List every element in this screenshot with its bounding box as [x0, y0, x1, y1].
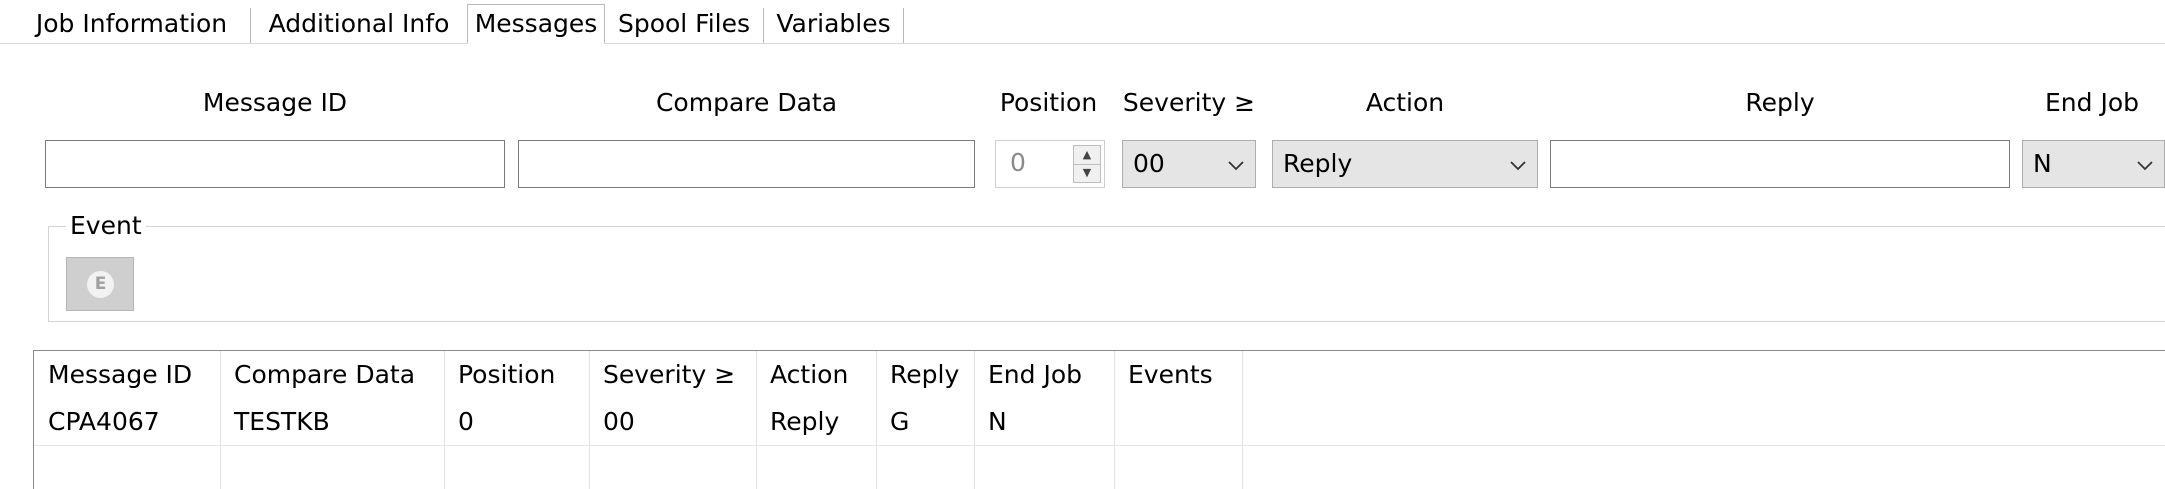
table-cell-message-id[interactable]: CPA4067: [34, 398, 160, 445]
action-label: Action: [1365, 88, 1445, 117]
reply-input[interactable]: [1550, 140, 2010, 188]
message-id-input[interactable]: [45, 140, 505, 188]
column-header-events[interactable]: Events: [1114, 351, 1213, 398]
tab-additional-info[interactable]: Additional Info: [251, 8, 468, 43]
chevron-down-icon: [1510, 161, 1526, 171]
tab-spool-files[interactable]: Spool Files: [605, 8, 764, 43]
column-header-position[interactable]: Position: [444, 351, 555, 398]
end-job-label: End Job: [2045, 88, 2139, 117]
event-group-title: Event: [66, 211, 146, 241]
position-spinner-buttons: ▲ ▼: [1073, 145, 1101, 183]
compare-data-label: Compare Data: [655, 88, 838, 117]
compare-data-input[interactable]: [518, 140, 975, 188]
event-button[interactable]: E: [66, 257, 134, 311]
column-header-compare-data[interactable]: Compare Data: [220, 351, 415, 398]
table-cell-events[interactable]: [1114, 398, 1128, 445]
position-spinner[interactable]: 0 ▲ ▼: [995, 140, 1105, 188]
column-header-message-id[interactable]: Message ID: [34, 351, 192, 398]
position-value: 0: [1010, 148, 1026, 177]
chevron-up-icon[interactable]: ▲: [1074, 146, 1100, 165]
action-value: Reply: [1283, 149, 1353, 178]
column-header-reply[interactable]: Reply: [876, 351, 959, 398]
tab-bar-divider: [0, 43, 2165, 44]
column-header-action[interactable]: Action: [756, 351, 848, 398]
event-e-icon: E: [87, 271, 114, 298]
row-divider: [34, 445, 2165, 446]
end-job-value: N: [2033, 149, 2052, 178]
chevron-down-icon[interactable]: ▼: [1074, 164, 1100, 182]
severity-value: 00: [1133, 149, 1165, 178]
tab-messages[interactable]: Messages: [467, 4, 605, 44]
table-cell-position[interactable]: 0: [444, 398, 474, 445]
table-cell-end-job[interactable]: N: [974, 398, 1007, 445]
column-header-end-job[interactable]: End Job: [974, 351, 1082, 398]
column-divider: [1242, 351, 1243, 489]
severity-label: Severity ≥: [1122, 88, 1256, 117]
chevron-down-icon: [2137, 161, 2153, 171]
chevron-down-icon: [1228, 161, 1244, 171]
position-label: Position: [999, 88, 1098, 117]
event-group: [48, 226, 2165, 322]
table-cell-severity[interactable]: 00: [589, 398, 635, 445]
end-job-select[interactable]: N: [2022, 140, 2165, 188]
message-id-label: Message ID: [202, 88, 348, 117]
table-cell-compare-data[interactable]: TESTKB: [220, 398, 330, 445]
reply-label: Reply: [1745, 88, 1815, 117]
messages-table: Message ID Compare Data Position Severit…: [33, 350, 2165, 489]
tab-job-information[interactable]: Job Information: [13, 8, 251, 43]
action-select[interactable]: Reply: [1272, 140, 1538, 188]
severity-select[interactable]: 00: [1122, 140, 1256, 188]
tab-bar: Job Information Additional Info Messages…: [0, 0, 2165, 49]
table-cell-action[interactable]: Reply: [756, 398, 839, 445]
table-cell-reply[interactable]: G: [876, 398, 909, 445]
tab-variables[interactable]: Variables: [764, 8, 904, 43]
column-header-severity[interactable]: Severity ≥: [589, 351, 735, 398]
